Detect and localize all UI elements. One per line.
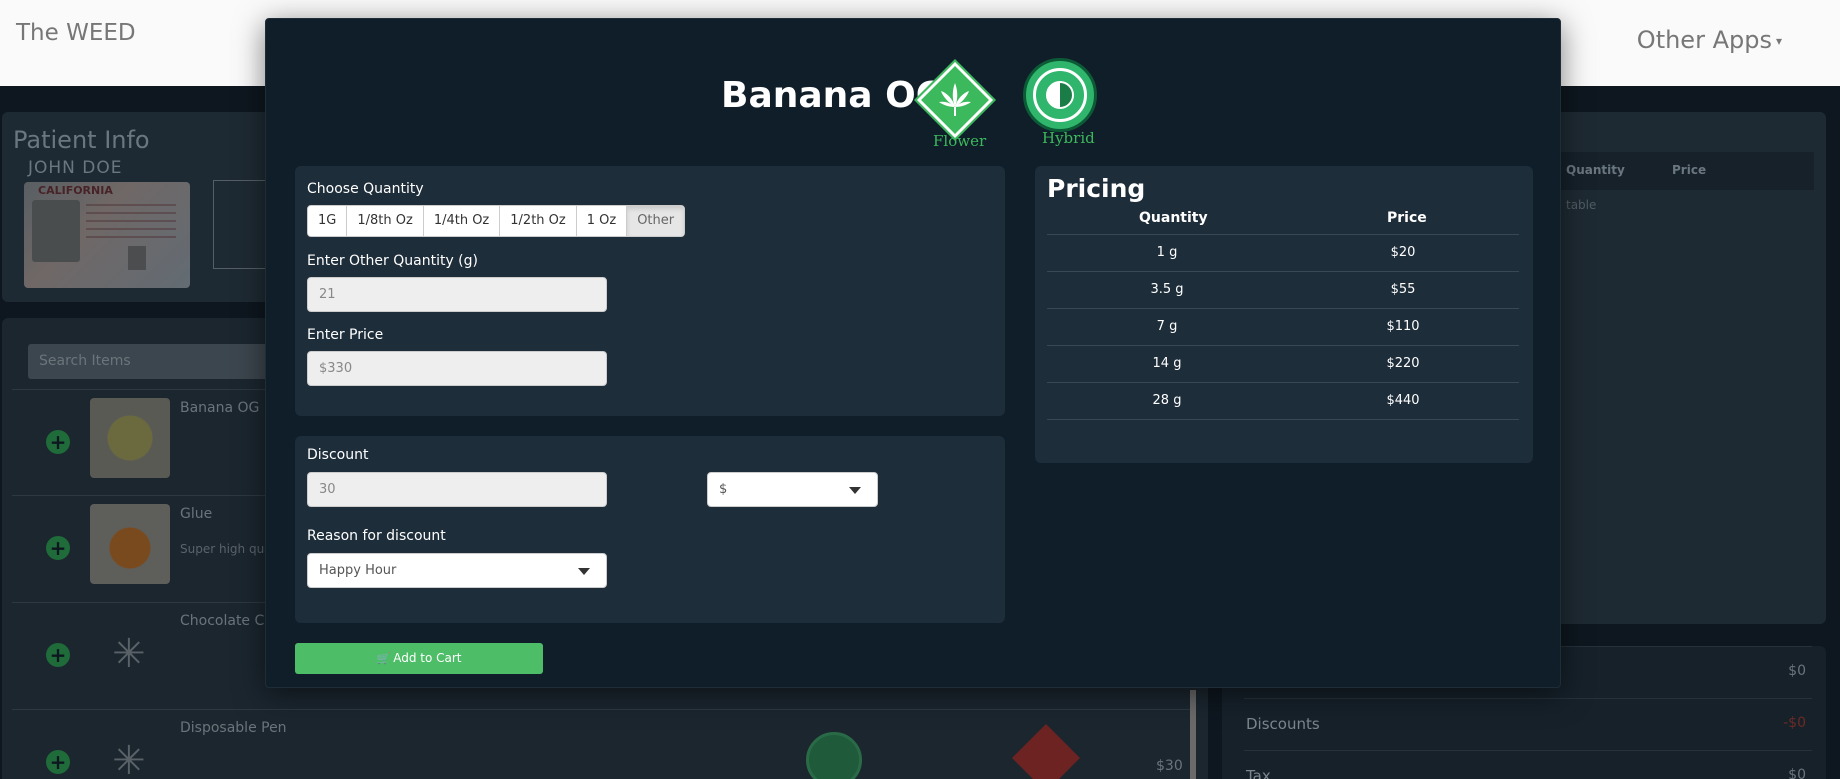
totals-row-tax: Tax $0 bbox=[1244, 750, 1812, 779]
modal-title: Banana OG bbox=[721, 75, 946, 116]
pricing-price-cell: $20 bbox=[1390, 245, 1416, 260]
price-value: $330 bbox=[319, 361, 353, 376]
license-photo bbox=[32, 200, 80, 262]
item-name: Disposable Pen bbox=[180, 720, 287, 736]
pricing-quantity-cell: 1 g bbox=[1156, 245, 1178, 260]
cart-col-quantity: Quantity bbox=[1566, 163, 1625, 177]
choose-quantity-label: Choose Quantity bbox=[307, 181, 424, 197]
items-scrollbar[interactable] bbox=[1190, 690, 1196, 779]
cart-col-price: Price bbox=[1672, 163, 1707, 177]
item-name: Banana OG bbox=[180, 400, 260, 416]
hybrid-badge-icon bbox=[806, 732, 862, 779]
scan-placeholder bbox=[213, 180, 273, 269]
pricing-col-price: Price bbox=[1387, 210, 1427, 226]
quantity-button-group: 1G 1/8th Oz 1/4th Oz 1/2th Oz 1 Oz Other bbox=[307, 205, 686, 237]
discount-label: Discount bbox=[307, 447, 369, 463]
item-placeholder-image: ✳ bbox=[90, 718, 170, 779]
edible-badge-icon bbox=[1012, 724, 1080, 779]
license-state: CALIFORNIA bbox=[38, 184, 113, 197]
item-name: Chocolate Co bbox=[180, 613, 273, 629]
cart-empty-text: table bbox=[1566, 198, 1597, 212]
patient-name: JOHN DOE bbox=[28, 158, 123, 178]
cart-icon: 🛒 bbox=[376, 652, 391, 665]
license-text-lines bbox=[86, 204, 176, 244]
totals-value: $0 bbox=[1788, 767, 1806, 779]
other-apps-label: Other Apps bbox=[1636, 26, 1772, 54]
totals-value: $0 bbox=[1788, 663, 1806, 679]
pricing-title: Pricing bbox=[1047, 174, 1146, 203]
quantity-option-other[interactable]: Other bbox=[627, 206, 685, 236]
pricing-quantity-cell: 28 g bbox=[1152, 393, 1182, 408]
table-row: 1 g $20 bbox=[1047, 234, 1519, 271]
table-row: 3.5 g $55 bbox=[1047, 271, 1519, 308]
caret-down-icon bbox=[578, 568, 590, 575]
other-quantity-label: Enter Other Quantity (g) bbox=[307, 253, 478, 269]
search-input[interactable]: Search Items bbox=[28, 344, 278, 379]
discount-reason-value: Happy Hour bbox=[319, 563, 397, 578]
totals-value: -$0 bbox=[1783, 715, 1806, 731]
other-quantity-value: 21 bbox=[319, 287, 336, 302]
pricing-price-cell: $55 bbox=[1390, 282, 1416, 297]
other-apps-dropdown[interactable]: Other Apps ▾ bbox=[1637, 26, 1782, 54]
discount-value: 30 bbox=[319, 482, 336, 497]
quantity-option-ounce[interactable]: 1 Oz bbox=[576, 206, 628, 236]
pricing-card: Pricing Quantity Price 1 g $20 3.5 g $55… bbox=[1035, 166, 1533, 463]
flower-badge bbox=[913, 58, 997, 142]
totals-label: Discounts bbox=[1246, 715, 1320, 733]
product-modal: Banana OG Flower Hybrid Choose Quantity … bbox=[265, 18, 1561, 688]
caret-down-icon bbox=[849, 487, 861, 494]
item-name: Glue bbox=[180, 506, 213, 522]
pricing-price-cell: $440 bbox=[1386, 393, 1420, 408]
table-row: 28 g $440 bbox=[1047, 382, 1519, 419]
pricing-quantity-cell: 14 g bbox=[1152, 356, 1182, 371]
pricing-price-cell: $220 bbox=[1386, 356, 1420, 371]
pricing-quantity-cell: 7 g bbox=[1156, 319, 1178, 334]
add-item-icon[interactable]: + bbox=[46, 430, 70, 454]
caret-down-icon: ▾ bbox=[1775, 34, 1782, 48]
quantity-option-half[interactable]: 1/2th Oz bbox=[500, 206, 577, 236]
quantity-option-eighth[interactable]: 1/8th Oz bbox=[347, 206, 424, 236]
reason-label: Reason for discount bbox=[307, 528, 446, 544]
other-quantity-input[interactable]: 21 bbox=[307, 277, 607, 312]
add-to-cart-label: Add to Cart bbox=[393, 651, 462, 665]
placeholder-star-icon: ✳ bbox=[112, 631, 146, 677]
totals-label: Tax bbox=[1246, 767, 1271, 779]
item-price: $30 bbox=[1156, 758, 1183, 774]
table-bottom-border bbox=[1047, 419, 1519, 420]
price-input[interactable]: $330 bbox=[307, 351, 607, 386]
add-to-cart-button[interactable]: 🛒 Add to Cart bbox=[295, 643, 543, 674]
cannabis-leaf-icon bbox=[939, 83, 971, 116]
add-item-icon[interactable]: + bbox=[46, 750, 70, 774]
search-placeholder: Search Items bbox=[39, 353, 131, 369]
flower-badge-label: Flower bbox=[933, 132, 987, 150]
hybrid-half bbox=[1046, 81, 1074, 109]
hybrid-half-circle-icon bbox=[1023, 58, 1097, 132]
discount-unit-value: $ bbox=[719, 482, 728, 497]
item-image bbox=[90, 504, 170, 584]
pricing-price-cell: $110 bbox=[1386, 319, 1420, 334]
quantity-option-quarter[interactable]: 1/4th Oz bbox=[423, 206, 501, 236]
brand-logo[interactable]: The WEED bbox=[16, 20, 136, 46]
pricing-quantity-cell: 3.5 g bbox=[1150, 282, 1184, 297]
pricing-col-quantity: Quantity bbox=[1139, 210, 1208, 226]
discount-input[interactable]: 30 bbox=[307, 472, 607, 507]
totals-row-discounts: Discounts -$0 bbox=[1244, 698, 1812, 750]
price-label: Enter Price bbox=[307, 327, 384, 343]
table-row: 7 g $110 bbox=[1047, 308, 1519, 345]
hybrid-badge-label: Hybrid bbox=[1042, 129, 1095, 147]
item-description: Super high qual bbox=[180, 542, 275, 556]
drivers-license-image: CALIFORNIA bbox=[24, 182, 190, 288]
patient-info-title: Patient Info bbox=[13, 126, 150, 154]
table-row: 14 g $220 bbox=[1047, 345, 1519, 382]
add-item-icon[interactable]: + bbox=[46, 536, 70, 560]
license-small-photo bbox=[128, 246, 146, 270]
discount-reason-select[interactable]: Happy Hour bbox=[307, 553, 607, 588]
quantity-option-1g[interactable]: 1G bbox=[308, 206, 348, 236]
item-placeholder-image: ✳ bbox=[90, 611, 170, 691]
item-image bbox=[90, 398, 170, 478]
placeholder-star-icon: ✳ bbox=[112, 738, 146, 779]
list-item: + ✳ Disposable Pen $30 bbox=[12, 709, 1196, 779]
discount-unit-select[interactable]: $ bbox=[707, 472, 878, 507]
add-item-icon[interactable]: + bbox=[46, 643, 70, 667]
